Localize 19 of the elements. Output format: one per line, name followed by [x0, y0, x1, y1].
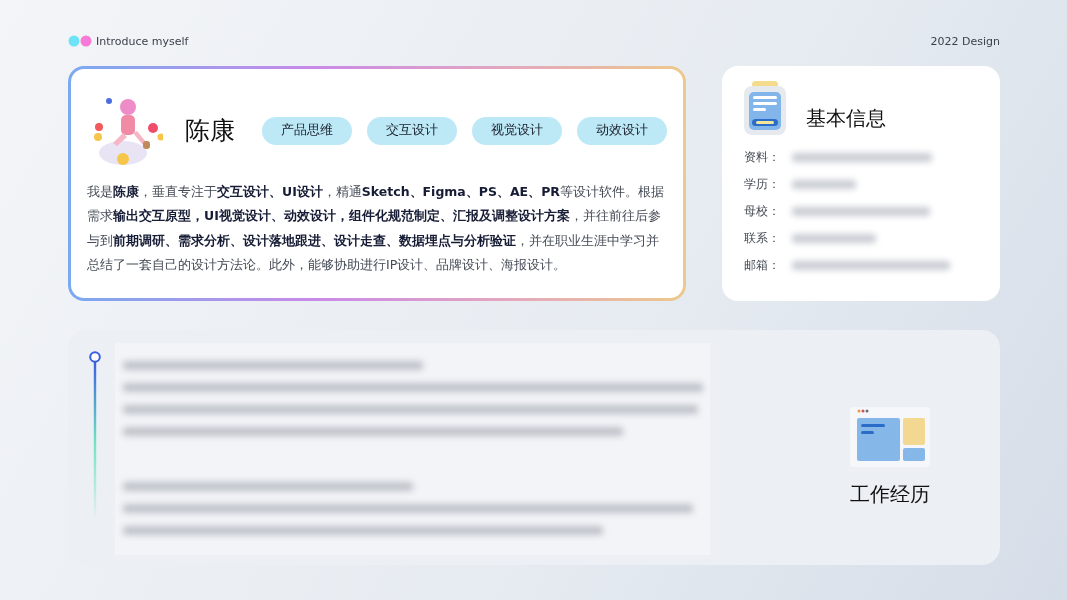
- clipboard-icon: [744, 81, 786, 135]
- year-label: 2022 Design: [930, 34, 1000, 48]
- field-label: 母校：: [744, 203, 781, 220]
- field-label: 学历：: [744, 176, 781, 193]
- skill-tag: 动效设计: [577, 116, 667, 145]
- dots-icon: [68, 35, 92, 47]
- card-title: 基本信息: [806, 104, 886, 132]
- skill-tag: 交互设计: [367, 116, 457, 145]
- bio-paragraph: 我是陈康，垂直专注于交互设计、UI设计，精通Sketch、Figma、PS、AE、PR等设计软件。根据需求输出交互原型，UI视觉设计、动效设计，组件化规范制定、汇报及调整设计方案，并往前往后参与到前期调研、需求分析、设计落地跟进、设计走查、数据埋点与分析验证，并在职业生涯中学习并总结了一套自己的设计方法论。此外，能够协助进行IP设计、品牌设计、海报设计。: [87, 183, 665, 274]
- blurred-value-drawing: [792, 180, 856, 189]
- person-name: 陈康: [185, 115, 236, 147]
- section-title: 工作经历: [850, 480, 930, 508]
- field-label: 邮箱：: [744, 257, 781, 274]
- window-icon: [850, 406, 930, 467]
- field-label: 资料：: [744, 149, 781, 166]
- skill-tag: 产品思维: [262, 116, 352, 145]
- skill-tag: 视觉设计: [472, 116, 562, 145]
- page-title: Introduce myself: [96, 34, 189, 48]
- field-label: 联系：: [744, 230, 781, 247]
